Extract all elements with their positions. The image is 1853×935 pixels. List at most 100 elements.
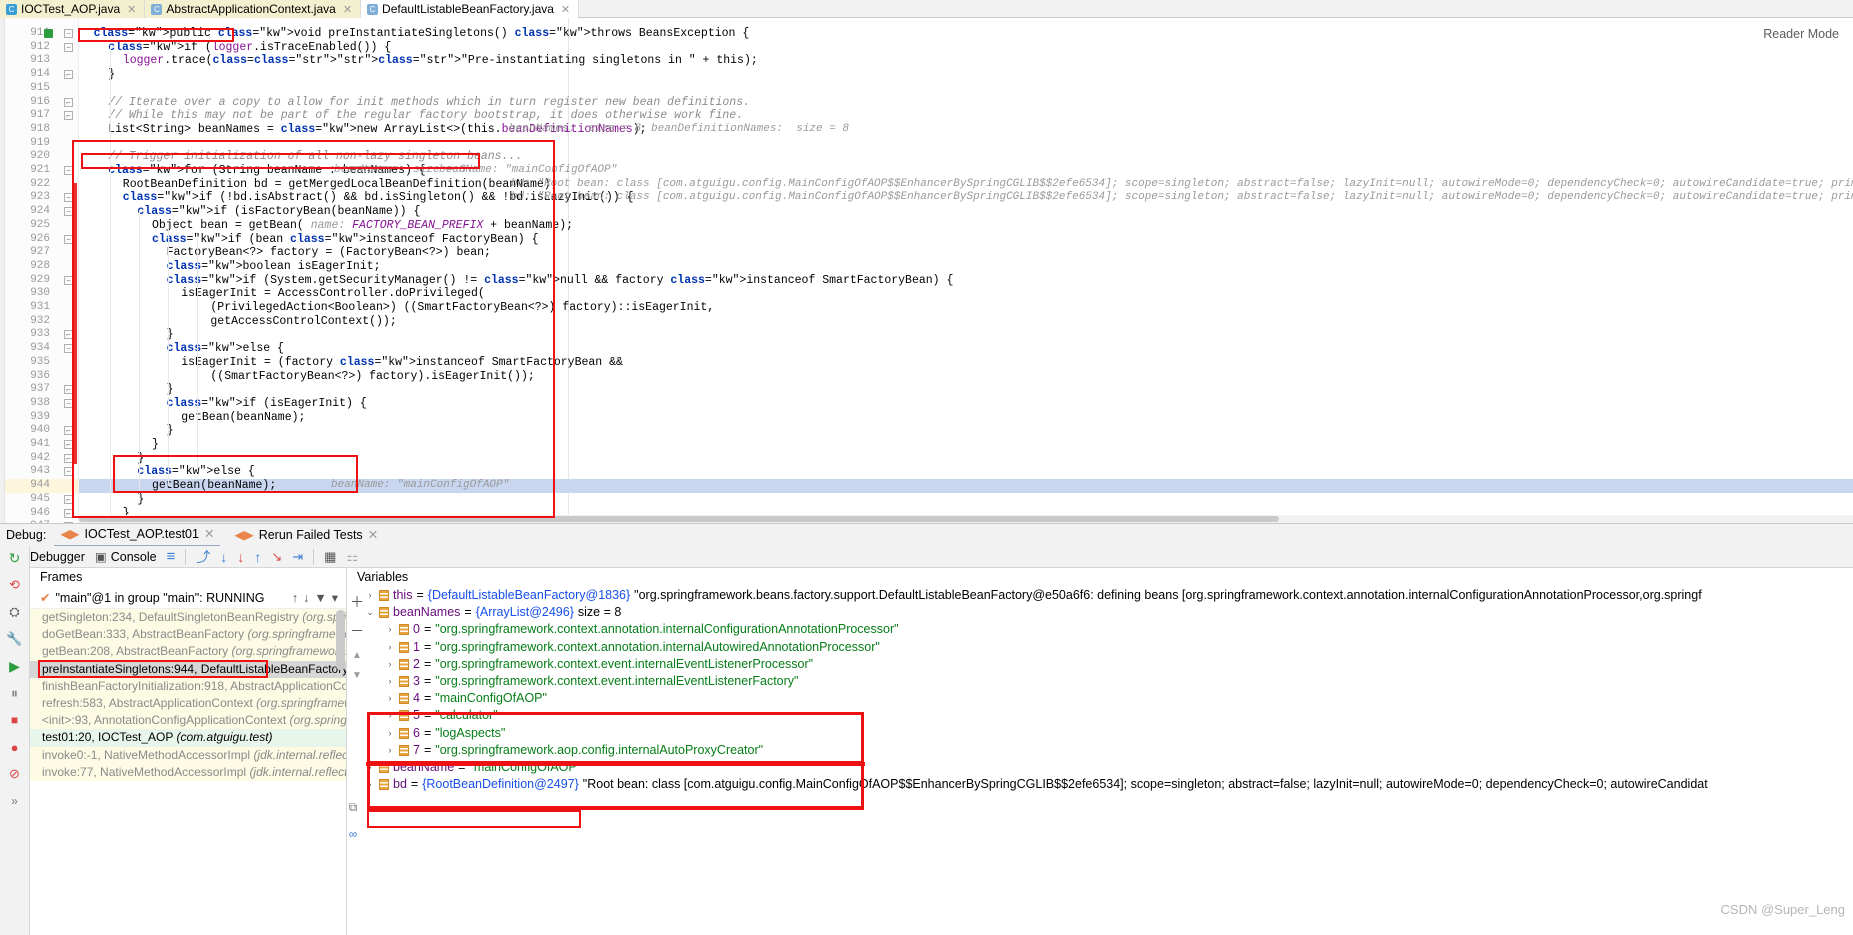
- scroll-down-icon[interactable]: ▼: [352, 670, 362, 681]
- fold-toggle-icon[interactable]: −: [64, 398, 73, 408]
- chevron-right-icon[interactable]: ›: [385, 690, 395, 707]
- pause-program-icon[interactable]: ⏸: [6, 684, 24, 702]
- more-options-icon[interactable]: »: [6, 792, 24, 810]
- debug-session-tab-rerun-failed[interactable]: ◀▶ Rerun Failed Tests ✕: [228, 524, 384, 547]
- code-line[interactable]: class="kw">if (bean class="kw">instanceo…: [152, 233, 539, 247]
- step-into-icon[interactable]: ↓: [220, 549, 227, 565]
- layout-settings-icon[interactable]: ≡: [167, 548, 176, 565]
- frame-row[interactable]: refresh:583, AbstractApplicationContext …: [30, 694, 346, 713]
- frames-scrollbar[interactable]: [336, 610, 345, 670]
- fold-toggle-icon[interactable]: ⌐: [64, 426, 73, 436]
- code-line[interactable]: // Trigger initialization of all non-laz…: [108, 150, 522, 164]
- code-line[interactable]: class="kw">if (logger.isTraceEnabled()) …: [108, 41, 391, 55]
- code-line[interactable]: class="kw">if (isFactoryBean(beanName)) …: [137, 205, 420, 219]
- fold-toggle-icon[interactable]: ⌐: [64, 494, 73, 504]
- fold-toggle-icon[interactable]: −: [64, 166, 73, 175]
- variable-row[interactable]: › 2 = "org.springframework.context.event.…: [347, 656, 1853, 673]
- chevron-right-icon[interactable]: ›: [385, 673, 395, 690]
- scroll-up-icon[interactable]: ▲: [352, 650, 362, 661]
- chevron-right-icon[interactable]: ›: [385, 639, 395, 656]
- variable-row[interactable]: › 6 = "logAspects": [347, 725, 1853, 742]
- code-line[interactable]: ((SmartFactoryBean<?>) factory).isEagerI…: [210, 370, 534, 384]
- variable-row[interactable]: › 1 = "org.springframework.context.annota…: [347, 639, 1853, 656]
- mute-breakpoints-icon[interactable]: ⛭: [6, 603, 24, 621]
- fold-toggle-icon[interactable]: ⌐: [64, 385, 73, 395]
- editor-scrollbar-thumb[interactable]: [79, 516, 1279, 522]
- settings-icon[interactable]: ⚏: [346, 549, 358, 565]
- tab-console[interactable]: ▣ Console: [95, 549, 157, 565]
- fold-toggle-icon[interactable]: ⌐: [64, 111, 73, 121]
- run-method-gutter-icon[interactable]: [44, 29, 53, 38]
- code-line[interactable]: getBean(beanName);: [181, 411, 305, 425]
- chevron-down-icon[interactable]: ⌄: [365, 604, 375, 621]
- fold-toggle-icon[interactable]: −: [64, 42, 73, 52]
- code-line[interactable]: // Iterate over a copy to allow for init…: [108, 96, 750, 110]
- chevron-right-icon[interactable]: ›: [385, 707, 395, 724]
- chevron-right-icon[interactable]: ›: [365, 759, 375, 776]
- mute-breakpoints-toggle-icon[interactable]: ⊘: [6, 765, 24, 783]
- chevron-right-icon[interactable]: ›: [365, 776, 375, 793]
- code-line[interactable]: class="kw">else {: [167, 342, 284, 356]
- chevron-right-icon[interactable]: ›: [385, 621, 395, 638]
- rerun-icon[interactable]: ↻: [6, 549, 24, 567]
- chevron-right-icon[interactable]: ›: [385, 742, 395, 759]
- frame-row[interactable]: preInstantiateSingletons:944, DefaultLis…: [30, 660, 346, 678]
- close-icon[interactable]: ✕: [343, 3, 352, 16]
- code-line[interactable]: isEagerInit = AccessController.doPrivile…: [181, 287, 485, 301]
- code-line[interactable]: getBean(beanName);: [152, 479, 276, 493]
- fold-toggle-icon[interactable]: −: [64, 344, 73, 354]
- chevron-right-icon[interactable]: ›: [365, 587, 375, 604]
- variable-row[interactable]: › 7 = "org.springframework.aop.config.int…: [347, 742, 1853, 759]
- frame-row[interactable]: getSingleton:234, DefaultSingletonBeanRe…: [30, 609, 346, 627]
- debug-session-tab-ioctest[interactable]: ◀▶ IOCTest_AOP.test01 ✕: [54, 523, 221, 547]
- fold-toggle-icon[interactable]: −: [64, 234, 73, 244]
- variable-row[interactable]: › 0 = "org.springframework.context.annota…: [347, 621, 1853, 638]
- remove-watch-icon[interactable]: －: [350, 621, 364, 641]
- drop-frame-icon[interactable]: ↘: [271, 549, 282, 565]
- fold-toggle-icon[interactable]: ⌐: [64, 508, 73, 518]
- variable-row[interactable]: › 5 = "calculator": [347, 707, 1853, 724]
- tab-debugger[interactable]: Debugger: [30, 550, 85, 564]
- fold-toggle-icon[interactable]: ⌐: [64, 330, 73, 340]
- frame-row[interactable]: <init>:93, AnnotationConfigApplicationCo…: [30, 712, 346, 730]
- close-icon[interactable]: ✕: [204, 523, 214, 546]
- fold-toggle-icon[interactable]: ⌐: [64, 97, 73, 107]
- step-over-icon[interactable]: ⤴: [196, 547, 210, 567]
- editor-tab-defaultlistablebeanfactory[interactable]: C DefaultListableBeanFactory.java ✕: [361, 0, 580, 18]
- resume-program-icon[interactable]: ▶: [6, 657, 24, 675]
- frame-row[interactable]: finishBeanFactoryInitialization:918, Abs…: [30, 677, 346, 695]
- code-line[interactable]: logger.trace(class=class="str">"str">cla…: [123, 54, 758, 68]
- thread-selector[interactable]: ✔ "main"@1 in group "main": RUNNING ↑ ↓ …: [30, 587, 346, 609]
- code-line[interactable]: isEagerInit = (factory class="kw">instan…: [181, 356, 623, 370]
- fold-toggle-icon[interactable]: −: [64, 467, 73, 477]
- variables-tree[interactable]: › this = {DefaultListableBeanFactory@1836…: [347, 587, 1853, 793]
- chevron-down-icon[interactable]: ▾: [332, 590, 338, 605]
- chevron-right-icon[interactable]: ›: [385, 656, 395, 673]
- editor-tab-abstractapplicationcontext[interactable]: C AbstractApplicationContext.java ✕: [145, 0, 362, 18]
- code-line[interactable]: }: [152, 438, 159, 452]
- run-to-cursor-icon[interactable]: ⇥: [292, 549, 303, 565]
- frame-row[interactable]: invoke0:-1, NativeMethodAccessorImpl (jd…: [30, 746, 346, 764]
- reader-mode-label[interactable]: Reader Mode: [1763, 27, 1839, 41]
- add-watch-icon[interactable]: ＋: [350, 592, 364, 612]
- fold-toggle-icon[interactable]: −: [64, 193, 73, 203]
- fold-toggle-icon[interactable]: ⌐: [64, 453, 73, 463]
- stop-icon[interactable]: ■: [6, 711, 24, 729]
- code-editor[interactable]: Reader Mode 911 class="kw">public class="…: [0, 18, 1853, 523]
- chevron-right-icon[interactable]: ›: [385, 725, 395, 742]
- copy-icon[interactable]: ⧉: [349, 800, 358, 815]
- frame-row[interactable]: test01:20, IOCTest_AOP (com.atguigu.test…: [30, 729, 346, 747]
- close-icon[interactable]: ✕: [368, 524, 378, 547]
- infinity-icon[interactable]: ∞: [349, 827, 358, 841]
- code-line[interactable]: getAccessControlContext());: [210, 315, 396, 329]
- view-breakpoints-icon[interactable]: ●: [6, 738, 24, 756]
- code-line[interactable]: // While this may not be part of the reg…: [108, 109, 743, 123]
- fold-toggle-icon[interactable]: ⌐: [64, 440, 73, 449]
- step-out-icon[interactable]: ↑: [254, 549, 261, 565]
- evaluate-expression-icon[interactable]: ▦: [324, 549, 336, 565]
- rerun-debug-icon[interactable]: ⟲: [6, 576, 24, 594]
- filter-icon[interactable]: ▼: [314, 591, 326, 605]
- variable-row[interactable]: › 4 = "mainConfigOfAOP": [347, 690, 1853, 707]
- variable-row[interactable]: › bd = {RootBeanDefinition@2497} "Root be…: [347, 776, 1853, 793]
- fold-toggle-icon[interactable]: −: [64, 275, 73, 285]
